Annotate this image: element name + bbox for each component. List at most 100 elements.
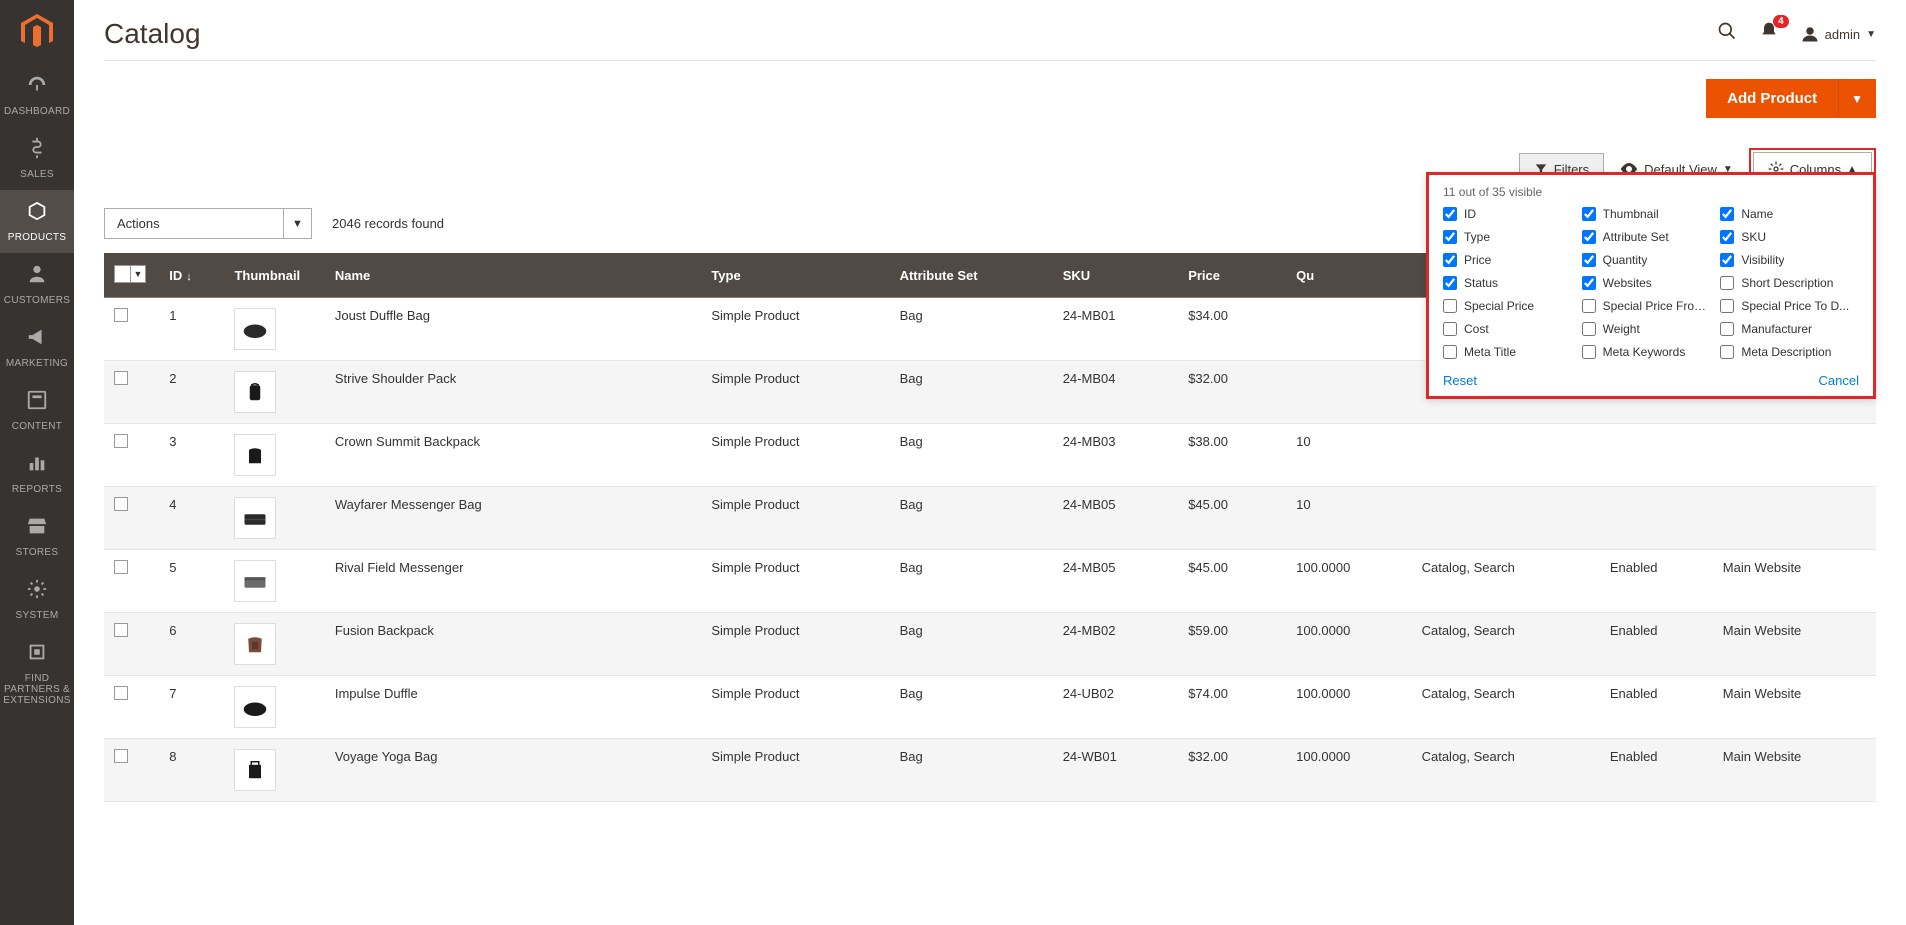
column-option[interactable]: Visibility [1720,253,1851,267]
product-thumbnail[interactable] [234,686,276,728]
column-header-name[interactable]: Name [325,253,701,298]
row-checkbox[interactable] [114,371,128,385]
column-option[interactable]: Cost [1443,322,1574,336]
column-header-id[interactable]: ID↓ [159,253,224,298]
row-checkbox[interactable] [114,686,128,700]
columns-cancel-button[interactable]: Cancel [1819,373,1859,388]
cell-type: Simple Product [701,361,889,424]
column-header-type[interactable]: Type [701,253,889,298]
product-thumbnail[interactable] [234,371,276,413]
column-option[interactable]: Quantity [1582,253,1713,267]
column-option-checkbox[interactable] [1582,299,1596,313]
search-icon[interactable] [1717,21,1737,47]
row-checkbox[interactable] [114,749,128,763]
column-option[interactable]: Meta Description [1720,345,1851,359]
table-row[interactable]: 7Impulse DuffleSimple ProductBag24-UB02$… [104,676,1876,739]
mass-actions-select[interactable]: Actions ▼ [104,208,312,239]
column-option-checkbox[interactable] [1720,299,1734,313]
column-option[interactable]: Price [1443,253,1574,267]
column-option[interactable]: Websites [1582,276,1713,290]
product-thumbnail[interactable] [234,434,276,476]
column-option-checkbox[interactable] [1443,253,1457,267]
add-product-dropdown[interactable]: ▼ [1838,79,1876,118]
column-option-checkbox[interactable] [1443,322,1457,336]
column-option[interactable]: Name [1720,207,1851,221]
admin-account-menu[interactable]: admin ▼ [1801,25,1876,43]
column-option-checkbox[interactable] [1582,207,1596,221]
table-row[interactable]: 6Fusion BackpackSimple ProductBag24-MB02… [104,613,1876,676]
product-thumbnail[interactable] [234,560,276,602]
nav-item-partners[interactable]: FIND PARTNERS & EXTENSIONS [0,631,74,716]
select-all-checkbox[interactable]: ▼ [114,265,146,283]
column-option[interactable]: Status [1443,276,1574,290]
column-option-checkbox[interactable] [1582,345,1596,359]
column-option[interactable]: Manufacturer [1720,322,1851,336]
column-option[interactable]: Thumbnail [1582,207,1713,221]
column-option[interactable]: Special Price From... [1582,299,1713,313]
nav-item-content[interactable]: CONTENT [0,379,74,442]
product-thumbnail[interactable] [234,623,276,665]
add-product-button[interactable]: Add Product [1706,79,1838,118]
column-option[interactable]: Short Description [1720,276,1851,290]
nav-item-system[interactable]: SYSTEM [0,568,74,631]
column-option-checkbox[interactable] [1443,345,1457,359]
column-option[interactable]: Special Price To D... [1720,299,1851,313]
column-option[interactable]: ID [1443,207,1574,221]
column-option[interactable]: Meta Keywords [1582,345,1713,359]
column-option-checkbox[interactable] [1582,276,1596,290]
column-option-checkbox[interactable] [1582,253,1596,267]
nav-item-products[interactable]: PRODUCTS [0,190,74,253]
nav-item-marketing[interactable]: MARKETING [0,316,74,379]
column-header-price[interactable]: Price [1178,253,1286,298]
column-header-attribute-set[interactable]: Attribute Set [890,253,1053,298]
column-option[interactable]: Attribute Set [1582,230,1713,244]
columns-reset-button[interactable]: Reset [1443,373,1477,388]
column-option-checkbox[interactable] [1443,207,1457,221]
nav-item-reports[interactable]: REPORTS [0,442,74,505]
cell-attribute-set: Bag [890,676,1053,739]
table-row[interactable]: 3Crown Summit BackpackSimple ProductBag2… [104,424,1876,487]
cell-id: 1 [159,298,224,361]
cell-websites: Main Website [1713,739,1876,802]
column-option[interactable]: SKU [1720,230,1851,244]
table-row[interactable]: 5Rival Field MessengerSimple ProductBag2… [104,550,1876,613]
column-option-checkbox[interactable] [1720,276,1734,290]
column-option-checkbox[interactable] [1582,322,1596,336]
column-option-checkbox[interactable] [1720,253,1734,267]
row-checkbox[interactable] [114,497,128,511]
cell-price: $59.00 [1178,613,1286,676]
row-checkbox[interactable] [114,560,128,574]
column-header-quantity[interactable]: Qu [1286,253,1411,298]
nav-item-sales[interactable]: SALES [0,127,74,190]
nav-item-dashboard[interactable]: DASHBOARD [0,64,74,127]
column-option-checkbox[interactable] [1582,230,1596,244]
cell-attribute-set: Bag [890,487,1053,550]
column-option-checkbox[interactable] [1720,207,1734,221]
column-option[interactable]: Weight [1582,322,1713,336]
column-option[interactable]: Meta Title [1443,345,1574,359]
nav-item-stores[interactable]: STORES [0,505,74,568]
cell-type: Simple Product [701,613,889,676]
magento-logo[interactable] [0,0,74,64]
row-checkbox[interactable] [114,434,128,448]
column-option-checkbox[interactable] [1443,276,1457,290]
column-option-checkbox[interactable] [1720,345,1734,359]
column-option-checkbox[interactable] [1720,322,1734,336]
column-option-checkbox[interactable] [1443,230,1457,244]
column-option[interactable]: Special Price [1443,299,1574,313]
row-checkbox[interactable] [114,623,128,637]
table-row[interactable]: 4Wayfarer Messenger BagSimple ProductBag… [104,487,1876,550]
column-option[interactable]: Type [1443,230,1574,244]
table-row[interactable]: 8Voyage Yoga BagSimple ProductBag24-WB01… [104,739,1876,802]
nav-item-customers[interactable]: CUSTOMERS [0,253,74,316]
product-thumbnail[interactable] [234,497,276,539]
cell-visibility [1412,424,1600,487]
product-thumbnail[interactable] [234,308,276,350]
column-option-checkbox[interactable] [1720,230,1734,244]
column-header-sku[interactable]: SKU [1053,253,1178,298]
notifications-icon[interactable]: 4 [1759,21,1779,47]
product-thumbnail[interactable] [234,749,276,791]
row-checkbox[interactable] [114,308,128,322]
column-option-checkbox[interactable] [1443,299,1457,313]
column-header-thumbnail[interactable]: Thumbnail [224,253,324,298]
